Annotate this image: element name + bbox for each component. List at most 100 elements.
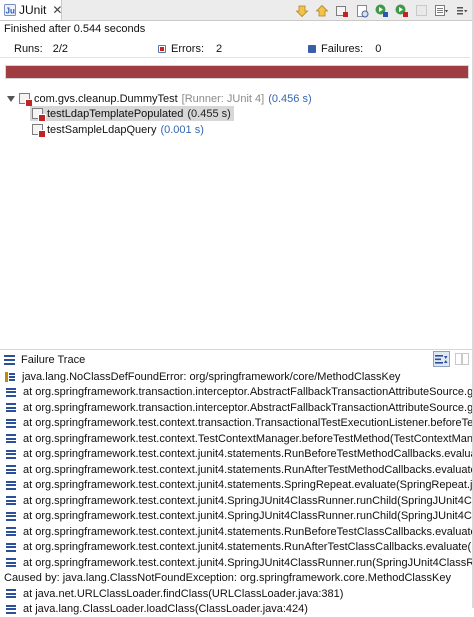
trace-line[interactable]: Caused by: java.lang.ClassNotFoundExcept… bbox=[0, 571, 474, 587]
rerun-failed-first-icon[interactable] bbox=[393, 2, 410, 19]
trace-line[interactable]: java.lang.NoClassDefFoundError: org/spri… bbox=[0, 369, 474, 385]
stack-frame-icon bbox=[6, 589, 16, 598]
trace-line-text: at org.springframework.transaction.inter… bbox=[23, 386, 474, 398]
trace-line-text: at org.springframework.test.context.juni… bbox=[23, 526, 474, 538]
previous-failure-icon[interactable] bbox=[313, 2, 330, 19]
errors-label: Errors: bbox=[171, 43, 204, 55]
stack-frame-icon bbox=[6, 465, 16, 474]
errors-counter: Errors: 2 bbox=[158, 43, 222, 55]
failures-label: Failures: bbox=[321, 43, 363, 55]
test-name: testLdapTemplatePopulated bbox=[47, 108, 183, 120]
runs-label: Runs: bbox=[14, 43, 43, 55]
stack-frame-icon bbox=[6, 543, 16, 552]
trace-line-text: java.lang.NoClassDefFoundError: org/spri… bbox=[22, 371, 400, 383]
tab-junit[interactable]: Ju JUnit ✕ bbox=[0, 0, 62, 20]
failures-value: 0 bbox=[375, 43, 381, 55]
suite-time: (0.456 s) bbox=[268, 93, 311, 105]
test-name: testSampleLdapQuery bbox=[47, 124, 156, 136]
tab-label: JUnit bbox=[19, 3, 46, 17]
errors-value: 2 bbox=[216, 43, 222, 55]
filter-icon bbox=[435, 354, 448, 365]
expand-arrow-icon[interactable] bbox=[7, 96, 15, 102]
trace-line-text: at org.springframework.test.context.juni… bbox=[23, 541, 474, 553]
trace-line[interactable]: at org.springframework.transaction.inter… bbox=[0, 400, 474, 416]
trace-line[interactable]: at java.lang.ClassLoader.loadClass(Class… bbox=[0, 602, 474, 617]
trace-line[interactable]: at org.springframework.test.context.juni… bbox=[0, 447, 474, 463]
trace-line-text: at org.springframework.test.context.juni… bbox=[23, 557, 474, 569]
stack-frame-icon bbox=[6, 527, 16, 536]
failure-trace-list: java.lang.NoClassDefFoundError: org/spri… bbox=[0, 369, 474, 617]
trace-line[interactable]: at java.net.URLClassLoader.findClass(URL… bbox=[0, 586, 474, 602]
test-time: (0.001 s) bbox=[160, 124, 203, 136]
compare-result-button[interactable] bbox=[453, 351, 470, 367]
tree-test-row-1[interactable]: testLdapTemplatePopulated (0.455 s) bbox=[30, 106, 234, 121]
failures-counter: Failures: 0 bbox=[308, 43, 381, 55]
stack-trace-icon bbox=[4, 355, 15, 365]
svg-text:Ju: Ju bbox=[6, 7, 15, 16]
trace-line-text: at org.springframework.test.context.tran… bbox=[23, 417, 474, 429]
tree-test-row-2[interactable]: testSampleLdapQuery (0.001 s) bbox=[32, 122, 204, 137]
compare-icon bbox=[455, 353, 469, 365]
trace-line[interactable]: at org.springframework.transaction.inter… bbox=[0, 385, 474, 401]
trace-line[interactable]: at org.springframework.test.context.juni… bbox=[0, 509, 474, 525]
view-menu-icon[interactable] bbox=[453, 2, 470, 19]
trace-line-text: at java.lang.ClassLoader.loadClass(Class… bbox=[23, 603, 308, 615]
exception-icon bbox=[5, 372, 15, 382]
test-error-icon bbox=[32, 124, 44, 136]
runs-value: 2/2 bbox=[53, 43, 68, 55]
trace-line-text: at org.springframework.test.context.juni… bbox=[23, 510, 474, 522]
trace-line[interactable]: at org.springframework.test.context.juni… bbox=[0, 540, 474, 556]
runs-counter: Runs: 2/2 bbox=[14, 43, 68, 55]
view-tab-bar: Ju JUnit ✕ bbox=[0, 0, 474, 21]
stack-frame-icon bbox=[6, 403, 16, 412]
failure-icon bbox=[308, 45, 316, 53]
trace-line[interactable]: at org.springframework.test.context.juni… bbox=[0, 493, 474, 509]
stack-frame-icon bbox=[6, 388, 16, 397]
trace-line[interactable]: at org.springframework.test.context.tran… bbox=[0, 416, 474, 432]
trace-line-text: Caused by: java.lang.ClassNotFoundExcept… bbox=[4, 572, 451, 584]
failure-trace-header: Failure Trace bbox=[0, 349, 474, 369]
test-suite-error-icon bbox=[19, 93, 31, 105]
suite-name: com.gvs.cleanup.DummyTest bbox=[34, 93, 178, 105]
trace-line-text: at org.springframework.test.context.juni… bbox=[23, 495, 474, 507]
trace-line[interactable]: at org.springframework.test.context.juni… bbox=[0, 478, 474, 494]
close-icon[interactable]: ✕ bbox=[52, 4, 62, 16]
test-run-history-icon[interactable] bbox=[433, 2, 450, 19]
trace-line-text: at org.springframework.test.context.Test… bbox=[23, 433, 474, 445]
trace-line-text: at org.springframework.test.context.juni… bbox=[23, 448, 474, 460]
stack-frame-icon bbox=[6, 434, 16, 443]
trace-line-text: at org.springframework.test.context.juni… bbox=[23, 479, 474, 491]
suite-runner: [Runner: JUnit 4] bbox=[182, 93, 265, 105]
test-error-icon bbox=[32, 108, 44, 120]
trace-line[interactable]: at org.springframework.test.context.Test… bbox=[0, 431, 474, 447]
stack-frame-icon bbox=[6, 512, 16, 521]
error-icon bbox=[158, 45, 166, 53]
test-time: (0.455 s) bbox=[187, 108, 230, 120]
next-failure-icon[interactable] bbox=[293, 2, 310, 19]
elapsed-time-status: Finished after 0.544 seconds bbox=[4, 23, 145, 35]
show-failures-only-icon[interactable] bbox=[333, 2, 350, 19]
rerun-test-icon[interactable] bbox=[373, 2, 390, 19]
trace-line[interactable]: at org.springframework.test.context.juni… bbox=[0, 524, 474, 540]
stack-frame-icon bbox=[6, 481, 16, 490]
trace-line-text: at org.springframework.transaction.inter… bbox=[23, 402, 474, 414]
stack-frame-icon bbox=[6, 558, 16, 567]
trace-line-text: at org.springframework.test.context.juni… bbox=[23, 464, 474, 476]
failure-trace-title: Failure Trace bbox=[21, 354, 85, 366]
progress-bar-fill bbox=[6, 66, 468, 78]
filter-stack-trace-button[interactable] bbox=[433, 351, 450, 367]
trace-line-text: at java.net.URLClassLoader.findClass(URL… bbox=[23, 588, 343, 600]
stack-frame-icon bbox=[6, 419, 16, 428]
stack-frame-icon bbox=[6, 605, 16, 614]
test-counters: Runs: 2/2 Errors: 2 Failures: 0 bbox=[0, 41, 470, 58]
stack-frame-icon bbox=[6, 450, 16, 459]
junit-icon: Ju bbox=[4, 4, 16, 16]
progress-bar bbox=[5, 65, 469, 79]
junit-toolbar bbox=[290, 2, 470, 19]
stop-icon[interactable] bbox=[413, 2, 430, 19]
stack-frame-icon bbox=[6, 496, 16, 505]
tree-suite-row[interactable]: com.gvs.cleanup.DummyTest [Runner: JUnit… bbox=[7, 91, 312, 106]
trace-line[interactable]: at org.springframework.test.context.juni… bbox=[0, 555, 474, 571]
scroll-lock-icon[interactable] bbox=[353, 2, 370, 19]
trace-line[interactable]: at org.springframework.test.context.juni… bbox=[0, 462, 474, 478]
